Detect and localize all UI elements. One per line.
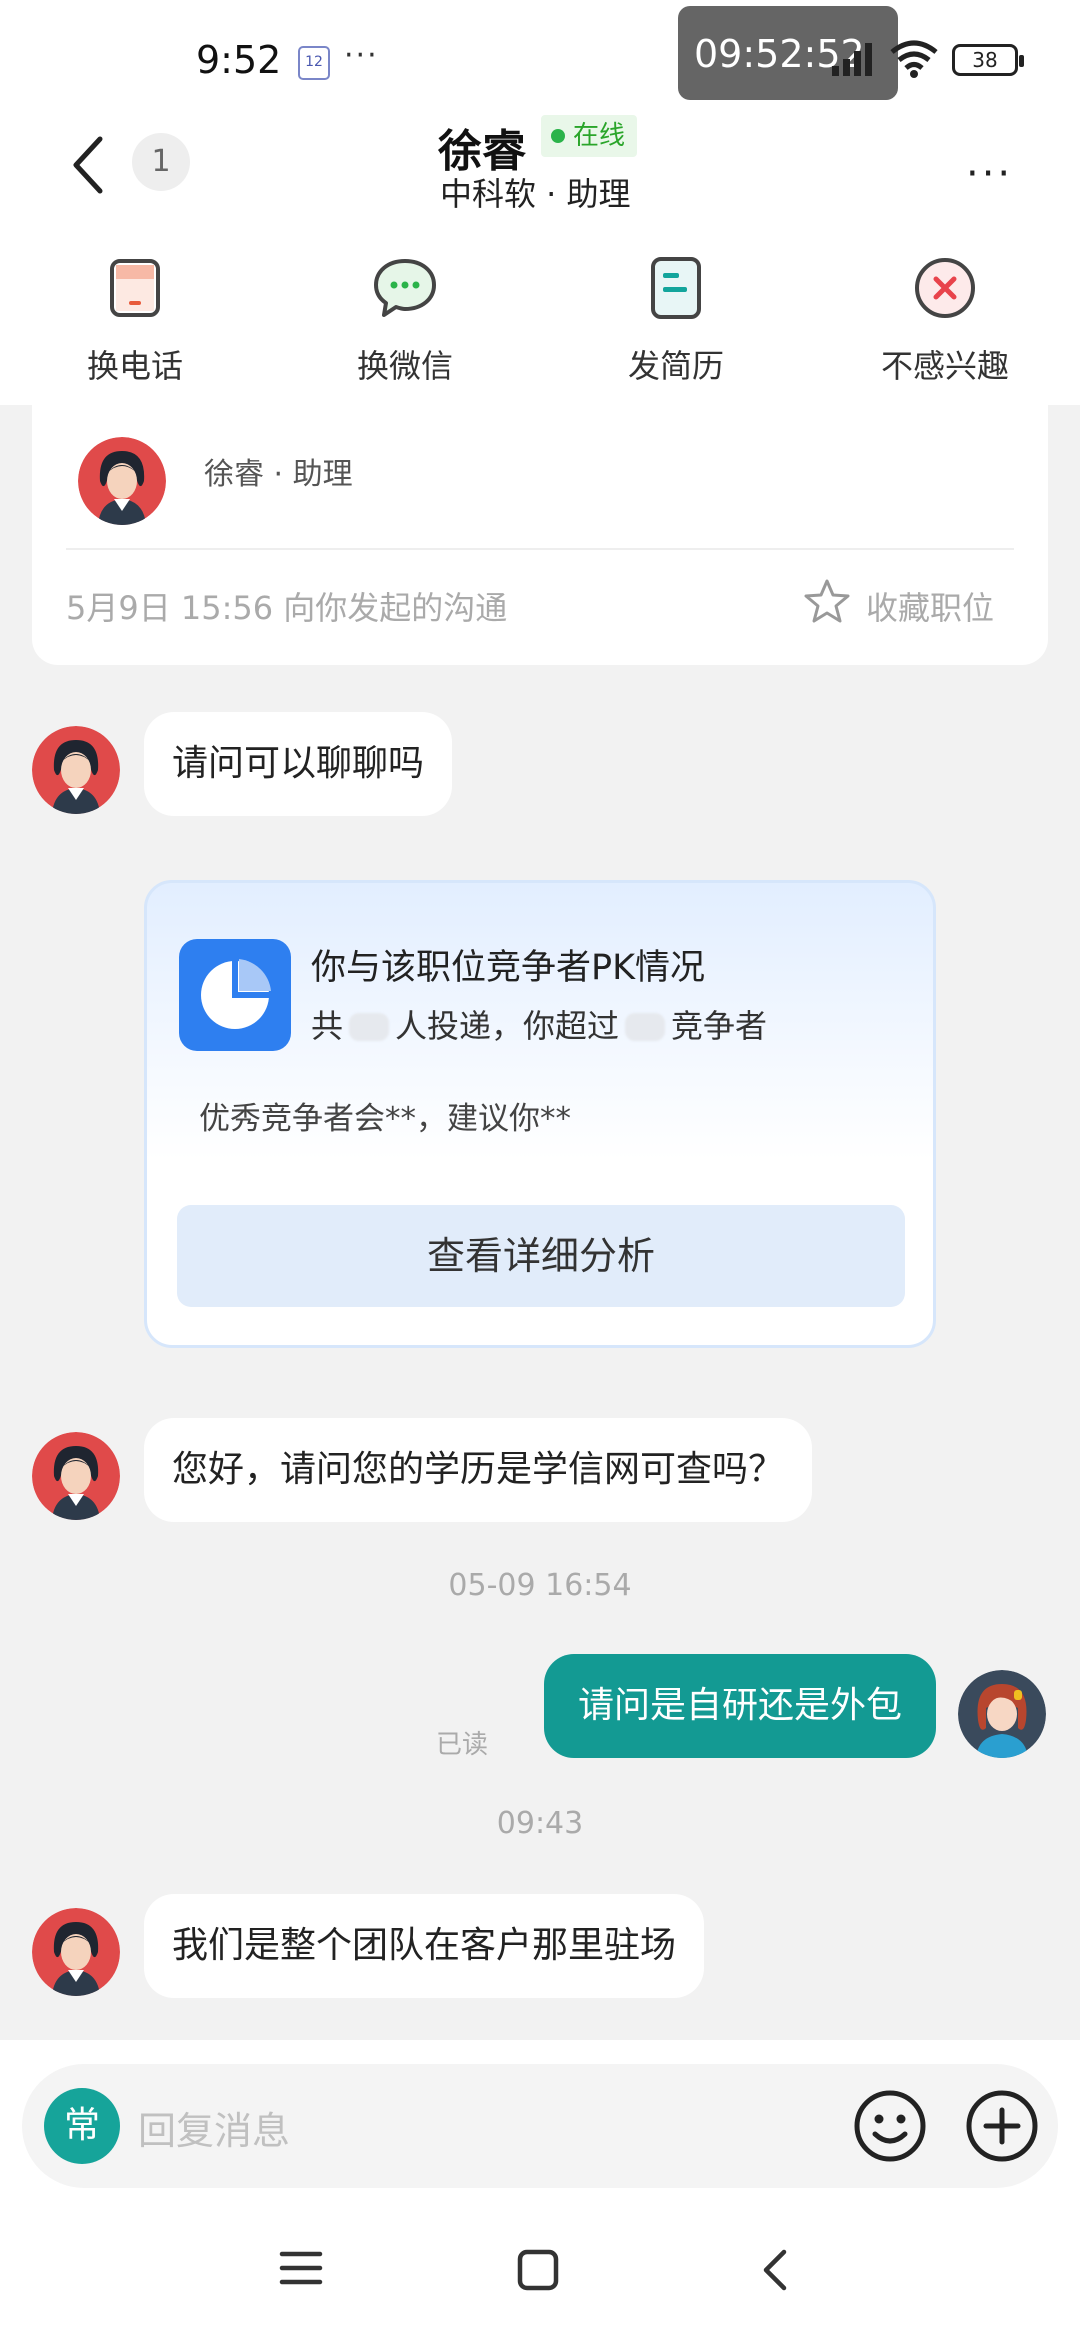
card-divider (66, 548, 1014, 550)
online-status-badge: 在线 (541, 115, 638, 157)
not-interested-button[interactable]: 不感兴趣 (845, 255, 1045, 387)
timestamp-separator: 05-09 16:54 (448, 1568, 632, 1603)
phone-swap-icon (110, 259, 160, 317)
online-dot-icon (551, 129, 565, 143)
swap-phone-label: 换电话 (86, 347, 183, 385)
home-icon[interactable] (516, 2248, 560, 2292)
job-info-card: 徐睿 · 助理 5月9日 15:56 向你发起的沟通 收藏职位 (32, 405, 1048, 665)
pk-summary-mid: 人投递，你超过 (395, 1007, 620, 1045)
wechat-swap-icon (374, 259, 436, 317)
read-receipt: 已读 (436, 1730, 489, 1760)
quick-actions-bar: 换电话 换微信 发简历 不感兴趣 (0, 235, 1080, 405)
common-phrases-button[interactable]: 常 (44, 2088, 120, 2164)
pie-chart-icon (179, 939, 291, 1051)
view-detailed-analysis-button[interactable]: 查看详细分析 (177, 1205, 905, 1307)
pk-card-tip: 优秀竞争者会**，建议你** (199, 1101, 571, 1137)
favorite-job-label: 收藏职位 (866, 589, 995, 627)
my-avatar[interactable] (958, 1670, 1046, 1758)
swap-phone-button[interactable]: 换电话 (35, 255, 235, 387)
swap-wechat-label: 换微信 (356, 347, 453, 385)
message-bubble-incoming[interactable]: 请问可以聊聊吗 (144, 712, 453, 816)
star-icon (804, 579, 850, 623)
recruiter-avatar[interactable] (32, 1432, 120, 1520)
pk-summary-prefix: 共 (311, 1007, 344, 1045)
chat-header: 1 徐睿 在线 中科软 · 助理 ··· (0, 115, 1080, 235)
wifi-icon (890, 40, 938, 78)
contact-company-role: 中科软 · 助理 (440, 175, 631, 213)
recruiter-avatar[interactable] (32, 1908, 120, 1996)
competitor-pk-card[interactable]: 你与该职位竞争者PK情况 共人投递，你超过 竞争者 优秀竞争者会**，建议你** … (144, 880, 936, 1348)
status-time: 9:52 (196, 38, 282, 82)
back-arrow-icon[interactable] (64, 129, 114, 199)
message-bubble-outgoing[interactable]: 请问是自研还是外包 (543, 1654, 936, 1758)
pk-card-title: 你与该职位竞争者PK情况 (311, 948, 706, 988)
battery-level: 38 (972, 48, 998, 72)
recruiter-role: 徐睿 · 助理 (204, 457, 353, 492)
message-bubble-incoming[interactable]: 我们是整个团队在客户那里驻场 (144, 1894, 705, 1998)
not-interested-label: 不感兴趣 (880, 347, 1009, 385)
pk-card-summary: 共 人投递，你超过 竞争者 (311, 1001, 767, 1047)
calendar-notification-icon: 12 (298, 46, 330, 80)
signal-icon (832, 43, 872, 76)
blurred-rank-count (625, 1013, 666, 1041)
not-interested-icon (915, 258, 975, 318)
battery-icon: 38 (952, 44, 1024, 76)
send-resume-label: 发简历 (627, 347, 724, 385)
emoji-icon[interactable] (848, 2084, 932, 2168)
swap-wechat-button[interactable]: 换微信 (305, 255, 505, 387)
more-notifications-icon: ··· (344, 38, 379, 73)
recruiter-avatar-icon (78, 437, 166, 525)
message-input-placeholder: 回复消息 (138, 2109, 291, 2153)
favorite-job-button[interactable]: 收藏职位 (802, 577, 994, 627)
send-resume-button[interactable]: 发简历 (576, 255, 776, 387)
timestamp-separator: 09:43 (496, 1806, 584, 1841)
conversation-start-meta: 5月9日 15:56 向你发起的沟通 (66, 589, 508, 627)
unread-count-badge[interactable]: 1 (132, 133, 190, 191)
message-input[interactable]: 常 回复消息 (22, 2064, 1058, 2188)
menu-icon[interactable] (278, 2248, 324, 2288)
recruiter-avatar[interactable] (32, 726, 120, 814)
blurred-applicant-count (349, 1013, 390, 1041)
recruiter-avatar[interactable] (78, 437, 166, 525)
more-options-icon[interactable]: ··· (966, 151, 1013, 197)
recruiter-avatar-icon (32, 1908, 120, 1996)
system-navigation-bar (0, 2200, 1080, 2340)
recruiter-avatar-icon (32, 726, 120, 814)
status-bar: 9:52 12 ··· 09:52:52 38 (0, 0, 1080, 115)
pk-summary-suffix: 竞争者 (671, 1007, 768, 1045)
resume-icon (651, 257, 701, 319)
online-status-text: 在线 (573, 121, 626, 151)
recruiter-avatar-icon (32, 1432, 120, 1520)
plus-icon[interactable] (960, 2084, 1044, 2168)
message-bubble-incoming[interactable]: 您好，请问您的学历是学信网可查吗？ (144, 1418, 813, 1522)
nav-back-icon[interactable] (760, 2248, 792, 2292)
my-avatar-icon (958, 1670, 1046, 1758)
